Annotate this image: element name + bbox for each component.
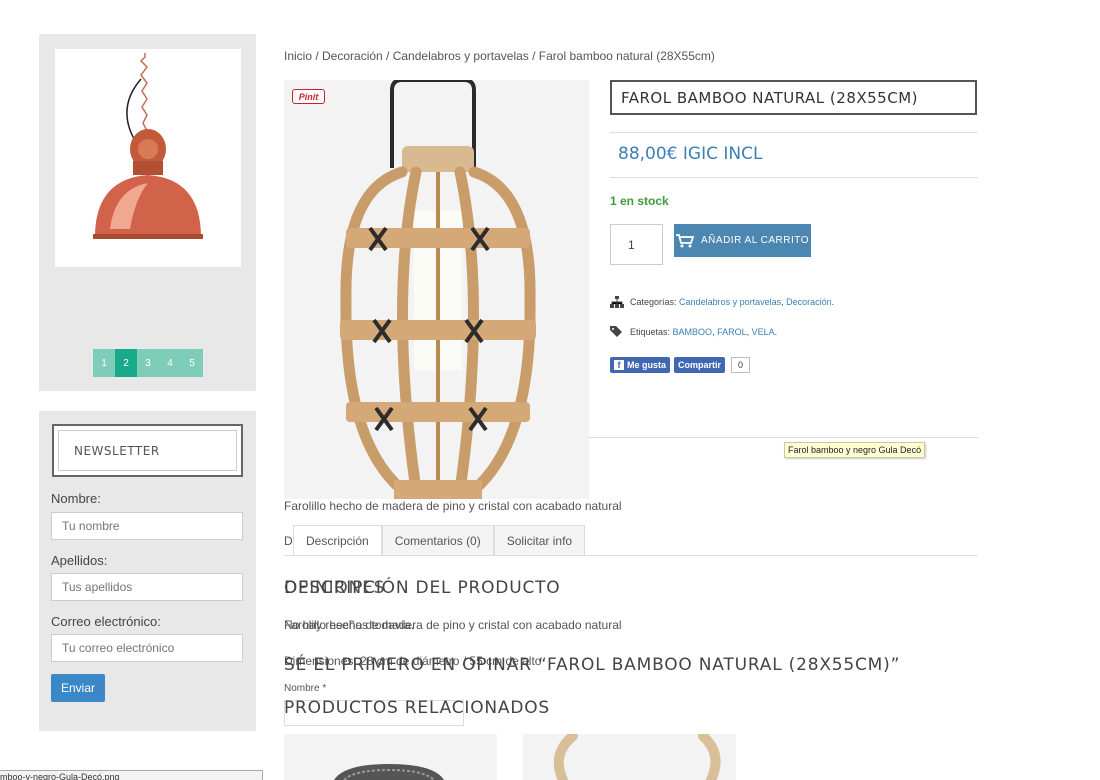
sitemap-icon: [610, 296, 624, 308]
no-reviews-text: No hay reseñas todavía.: [284, 618, 415, 632]
facebook-icon: f: [614, 360, 624, 370]
stock-status: 1 en stock: [610, 194, 669, 208]
facebook-share-button[interactable]: Compartir: [674, 357, 726, 373]
category-link-candelabros[interactable]: Candelabros y portavelas: [679, 297, 781, 307]
facebook-like-label: Me gusta: [627, 360, 667, 370]
tag-link-farol[interactable]: FAROL: [717, 327, 747, 337]
pager-page-4[interactable]: 4: [159, 349, 181, 377]
facebook-share-count: 0: [731, 357, 750, 373]
pinit-button[interactable]: Pinit: [292, 89, 325, 104]
facebook-like-button[interactable]: f Me gusta: [610, 357, 671, 373]
tag-link-vela[interactable]: VELA: [752, 327, 775, 337]
product-tags: Etiquetas: BAMBOO, FAROL, VELA.: [610, 326, 777, 338]
tag-link-bamboo[interactable]: BAMBOO: [673, 327, 713, 337]
newsletter-widget: NEWSLETTER Nombre: Apellidos: Correo ele…: [39, 411, 256, 731]
nombre-input[interactable]: [51, 512, 243, 540]
divider: [610, 177, 978, 178]
slider-image-copper-lamp[interactable]: [55, 49, 241, 267]
tags-label: Etiquetas:: [630, 327, 671, 337]
email-label: Correo electrónico:: [51, 614, 161, 629]
product-title: FAROL BAMBOO NATURAL (28X55CM): [610, 80, 977, 115]
slider-pager: 1 2 3 4 5: [93, 349, 203, 377]
tab-comentarios[interactable]: Comentarios (0): [381, 525, 494, 556]
cart-icon: [676, 233, 695, 247]
add-to-cart-label: AÑADIR AL CARRITO: [701, 235, 809, 246]
tab-descripcion[interactable]: Descripción: [293, 525, 382, 556]
newsletter-title-frame: NEWSLETTER: [52, 424, 243, 477]
apellidos-label: Apellidos:: [51, 553, 108, 568]
pager-page-2[interactable]: 2: [115, 349, 137, 377]
add-to-cart-button[interactable]: AÑADIR AL CARRITO: [674, 224, 811, 257]
reviews-heading: OPINIONES: [284, 578, 386, 598]
category-link-decoracion[interactable]: Decoración: [786, 297, 832, 307]
review-prompt-heading: SÉ EL PRIMERO EN OPINAR “FAROL BAMBOO NA…: [284, 655, 901, 675]
image-tooltip: Farol bamboo y negro Gula Decó: [784, 442, 926, 458]
email-input[interactable]: [51, 634, 243, 662]
tab-solicitar-info[interactable]: Solicitar info: [493, 525, 586, 556]
pager-page-3[interactable]: 3: [137, 349, 159, 377]
product-categories: Categorías: Candelabros y portavelas, De…: [610, 296, 834, 308]
review-nombre-label: Nombre *: [284, 683, 327, 694]
product-tabs: D Descripción Comentarios (0) Solicitar …: [284, 525, 586, 556]
newsletter-submit-button[interactable]: Enviar: [51, 674, 105, 702]
tab-stub: D: [284, 533, 293, 548]
tags-icon: [610, 326, 622, 337]
pager-page-1[interactable]: 1: [93, 349, 115, 377]
related-products-heading: PRODUCTOS RELACIONADOS: [284, 698, 551, 718]
categories-label: Categorías:: [630, 297, 677, 307]
quantity-input[interactable]: [610, 224, 663, 265]
product-image[interactable]: Pinit: [284, 80, 589, 499]
breadcrumb[interactable]: Inicio / Decoración / Candelabros y port…: [284, 49, 715, 63]
apellidos-input[interactable]: [51, 573, 243, 601]
divider: [610, 132, 978, 133]
nombre-label: Nombre:: [51, 491, 101, 506]
pager-page-5[interactable]: 5: [181, 349, 203, 377]
product-short-description: Farolillo hecho de madera de pino y cris…: [284, 499, 622, 513]
product-price: 88,00€ IGIC INCL: [618, 144, 763, 164]
download-filename-bar[interactable]: mboo-y-negro-Gula-Decó.png: [0, 770, 263, 780]
tabs-underline: [284, 555, 978, 556]
related-product-image-1[interactable]: [284, 734, 497, 780]
divider: [589, 437, 978, 438]
image-slider: 1 2 3 4 5: [39, 34, 256, 391]
newsletter-title: NEWSLETTER: [58, 430, 237, 471]
related-product-image-2[interactable]: [523, 734, 736, 780]
